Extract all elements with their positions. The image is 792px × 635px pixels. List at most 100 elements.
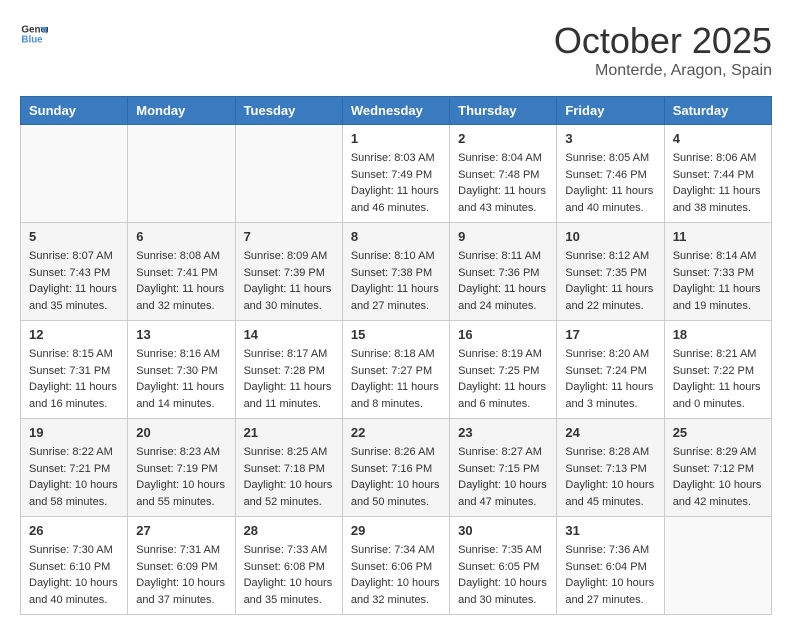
day-info: Sunrise: 8:08 AMSunset: 7:41 PMDaylight:…: [136, 248, 226, 314]
day-number: 27: [136, 523, 226, 538]
day-info: Sunrise: 8:03 AMSunset: 7:49 PMDaylight:…: [351, 150, 441, 216]
calendar-day-7: 7 Sunrise: 8:09 AMSunset: 7:39 PMDaylight…: [235, 223, 342, 321]
page-header: General Blue October 2025 Monterde, Arag…: [20, 20, 772, 80]
svg-text:Blue: Blue: [21, 34, 43, 45]
day-number: 2: [458, 131, 548, 146]
calendar-day-empty: [128, 125, 235, 223]
calendar-day-13: 13 Sunrise: 8:16 AMSunset: 7:30 PMDayligh…: [128, 321, 235, 419]
day-number: 10: [565, 229, 655, 244]
day-number: 29: [351, 523, 441, 538]
calendar-day-23: 23 Sunrise: 8:27 AMSunset: 7:15 PMDayligh…: [450, 419, 557, 517]
day-number: 5: [29, 229, 119, 244]
day-info: Sunrise: 8:28 AMSunset: 7:13 PMDaylight:…: [565, 444, 655, 510]
calendar-day-3: 3 Sunrise: 8:05 AMSunset: 7:46 PMDaylight…: [557, 125, 664, 223]
calendar-day-1: 1 Sunrise: 8:03 AMSunset: 7:49 PMDaylight…: [342, 125, 449, 223]
calendar-day-2: 2 Sunrise: 8:04 AMSunset: 7:48 PMDaylight…: [450, 125, 557, 223]
calendar-day-16: 16Sunrise: 8:19 AMSunset: 7:25 PMDayligh…: [450, 321, 557, 419]
calendar-table: SundayMondayTuesdayWednesdayThursdayFrid…: [20, 96, 772, 615]
day-info: Sunrise: 8:25 AMSunset: 7:18 PMDaylight:…: [244, 444, 334, 510]
calendar-day-27: 27Sunrise: 7:31 AMSunset: 6:09 PMDayligh…: [128, 517, 235, 615]
calendar-day-19: 19Sunrise: 8:22 AMSunset: 7:21 PMDayligh…: [21, 419, 128, 517]
day-number: 23: [458, 425, 548, 440]
calendar-week-3: 12 Sunrise: 8:15 AMSunset: 7:31 PMDayligh…: [21, 321, 772, 419]
day-number: 25: [673, 425, 763, 440]
day-number: 6: [136, 229, 226, 244]
day-info: Sunrise: 8:06 AMSunset: 7:44 PMDaylight:…: [673, 150, 763, 216]
day-number: 18: [673, 327, 763, 342]
calendar-day-empty: [664, 517, 771, 615]
day-info: Sunrise: 7:36 AMSunset: 6:04 PMDaylight:…: [565, 542, 655, 608]
day-number: 30: [458, 523, 548, 538]
day-info: Sunrise: 7:35 AMSunset: 6:05 PMDaylight:…: [458, 542, 548, 608]
calendar-week-4: 19Sunrise: 8:22 AMSunset: 7:21 PMDayligh…: [21, 419, 772, 517]
calendar-day-28: 28 Sunrise: 7:33 AMSunset: 6:08 PMDayligh…: [235, 517, 342, 615]
day-info: Sunrise: 7:30 AMSunset: 6:10 PMDaylight:…: [29, 542, 119, 608]
weekday-header-sunday: Sunday: [21, 97, 128, 125]
day-info: Sunrise: 8:27 AMSunset: 7:15 PMDaylight:…: [458, 444, 548, 510]
day-info: Sunrise: 8:04 AMSunset: 7:48 PMDaylight:…: [458, 150, 548, 216]
day-number: 24: [565, 425, 655, 440]
day-info: Sunrise: 8:10 AMSunset: 7:38 PMDaylight:…: [351, 248, 441, 314]
day-info: Sunrise: 8:26 AMSunset: 7:16 PMDaylight:…: [351, 444, 441, 510]
calendar-day-30: 30 Sunrise: 7:35 AMSunset: 6:05 PMDayligh…: [450, 517, 557, 615]
calendar-day-21: 21 Sunrise: 8:25 AMSunset: 7:18 PMDayligh…: [235, 419, 342, 517]
day-info: Sunrise: 8:23 AMSunset: 7:19 PMDaylight:…: [136, 444, 226, 510]
day-info: Sunrise: 8:05 AMSunset: 7:46 PMDaylight:…: [565, 150, 655, 216]
day-info: Sunrise: 8:11 AMSunset: 7:36 PMDaylight:…: [458, 248, 548, 314]
day-info: Sunrise: 8:17 AMSunset: 7:28 PMDaylight:…: [244, 346, 334, 412]
calendar-day-12: 12 Sunrise: 8:15 AMSunset: 7:31 PMDayligh…: [21, 321, 128, 419]
weekday-header-friday: Friday: [557, 97, 664, 125]
calendar-day-6: 6 Sunrise: 8:08 AMSunset: 7:41 PMDaylight…: [128, 223, 235, 321]
day-number: 21: [244, 425, 334, 440]
day-number: 9: [458, 229, 548, 244]
calendar-day-17: 17Sunrise: 8:20 AMSunset: 7:24 PMDayligh…: [557, 321, 664, 419]
day-number: 28: [244, 523, 334, 538]
calendar-day-5: 5Sunrise: 8:07 AMSunset: 7:43 PMDaylight…: [21, 223, 128, 321]
day-number: 3: [565, 131, 655, 146]
weekday-header-tuesday: Tuesday: [235, 97, 342, 125]
day-number: 7: [244, 229, 334, 244]
day-number: 4: [673, 131, 763, 146]
day-info: Sunrise: 8:09 AMSunset: 7:39 PMDaylight:…: [244, 248, 334, 314]
weekday-header-saturday: Saturday: [664, 97, 771, 125]
day-info: Sunrise: 7:33 AMSunset: 6:08 PMDaylight:…: [244, 542, 334, 608]
day-info: Sunrise: 8:20 AMSunset: 7:24 PMDaylight:…: [565, 346, 655, 412]
calendar-day-20: 20 Sunrise: 8:23 AMSunset: 7:19 PMDayligh…: [128, 419, 235, 517]
calendar-day-31: 31 Sunrise: 7:36 AMSunset: 6:04 PMDayligh…: [557, 517, 664, 615]
day-info: Sunrise: 8:14 AMSunset: 7:33 PMDaylight:…: [673, 248, 763, 314]
day-number: 31: [565, 523, 655, 538]
day-number: 19: [29, 425, 119, 440]
day-info: Sunrise: 8:15 AMSunset: 7:31 PMDaylight:…: [29, 346, 119, 412]
calendar-day-18: 18 Sunrise: 8:21 AMSunset: 7:22 PMDayligh…: [664, 321, 771, 419]
day-number: 20: [136, 425, 226, 440]
calendar-day-empty: [235, 125, 342, 223]
day-number: 15: [351, 327, 441, 342]
calendar-day-24: 24 Sunrise: 8:28 AMSunset: 7:13 PMDayligh…: [557, 419, 664, 517]
day-number: 12: [29, 327, 119, 342]
weekday-header-thursday: Thursday: [450, 97, 557, 125]
weekday-header-monday: Monday: [128, 97, 235, 125]
day-info: Sunrise: 7:34 AMSunset: 6:06 PMDaylight:…: [351, 542, 441, 608]
day-info: Sunrise: 8:29 AMSunset: 7:12 PMDaylight:…: [673, 444, 763, 510]
day-number: 16: [458, 327, 548, 342]
month-title: October 2025: [554, 20, 772, 62]
day-number: 13: [136, 327, 226, 342]
calendar-day-10: 10 Sunrise: 8:12 AMSunset: 7:35 PMDayligh…: [557, 223, 664, 321]
calendar-day-25: 25 Sunrise: 8:29 AMSunset: 7:12 PMDayligh…: [664, 419, 771, 517]
day-info: Sunrise: 8:16 AMSunset: 7:30 PMDaylight:…: [136, 346, 226, 412]
day-info: Sunrise: 8:21 AMSunset: 7:22 PMDaylight:…: [673, 346, 763, 412]
logo-icon: General Blue: [20, 20, 48, 48]
calendar-day-empty: [21, 125, 128, 223]
calendar-week-5: 26 Sunrise: 7:30 AMSunset: 6:10 PMDayligh…: [21, 517, 772, 615]
day-number: 8: [351, 229, 441, 244]
day-number: 26: [29, 523, 119, 538]
title-block: October 2025 Monterde, Aragon, Spain: [554, 20, 772, 80]
day-info: Sunrise: 8:12 AMSunset: 7:35 PMDaylight:…: [565, 248, 655, 314]
calendar-day-29: 29 Sunrise: 7:34 AMSunset: 6:06 PMDayligh…: [342, 517, 449, 615]
calendar-day-8: 8 Sunrise: 8:10 AMSunset: 7:38 PMDaylight…: [342, 223, 449, 321]
calendar-day-4: 4 Sunrise: 8:06 AMSunset: 7:44 PMDaylight…: [664, 125, 771, 223]
day-number: 1: [351, 131, 441, 146]
day-number: 22: [351, 425, 441, 440]
calendar-day-22: 22 Sunrise: 8:26 AMSunset: 7:16 PMDayligh…: [342, 419, 449, 517]
calendar-day-26: 26 Sunrise: 7:30 AMSunset: 6:10 PMDayligh…: [21, 517, 128, 615]
